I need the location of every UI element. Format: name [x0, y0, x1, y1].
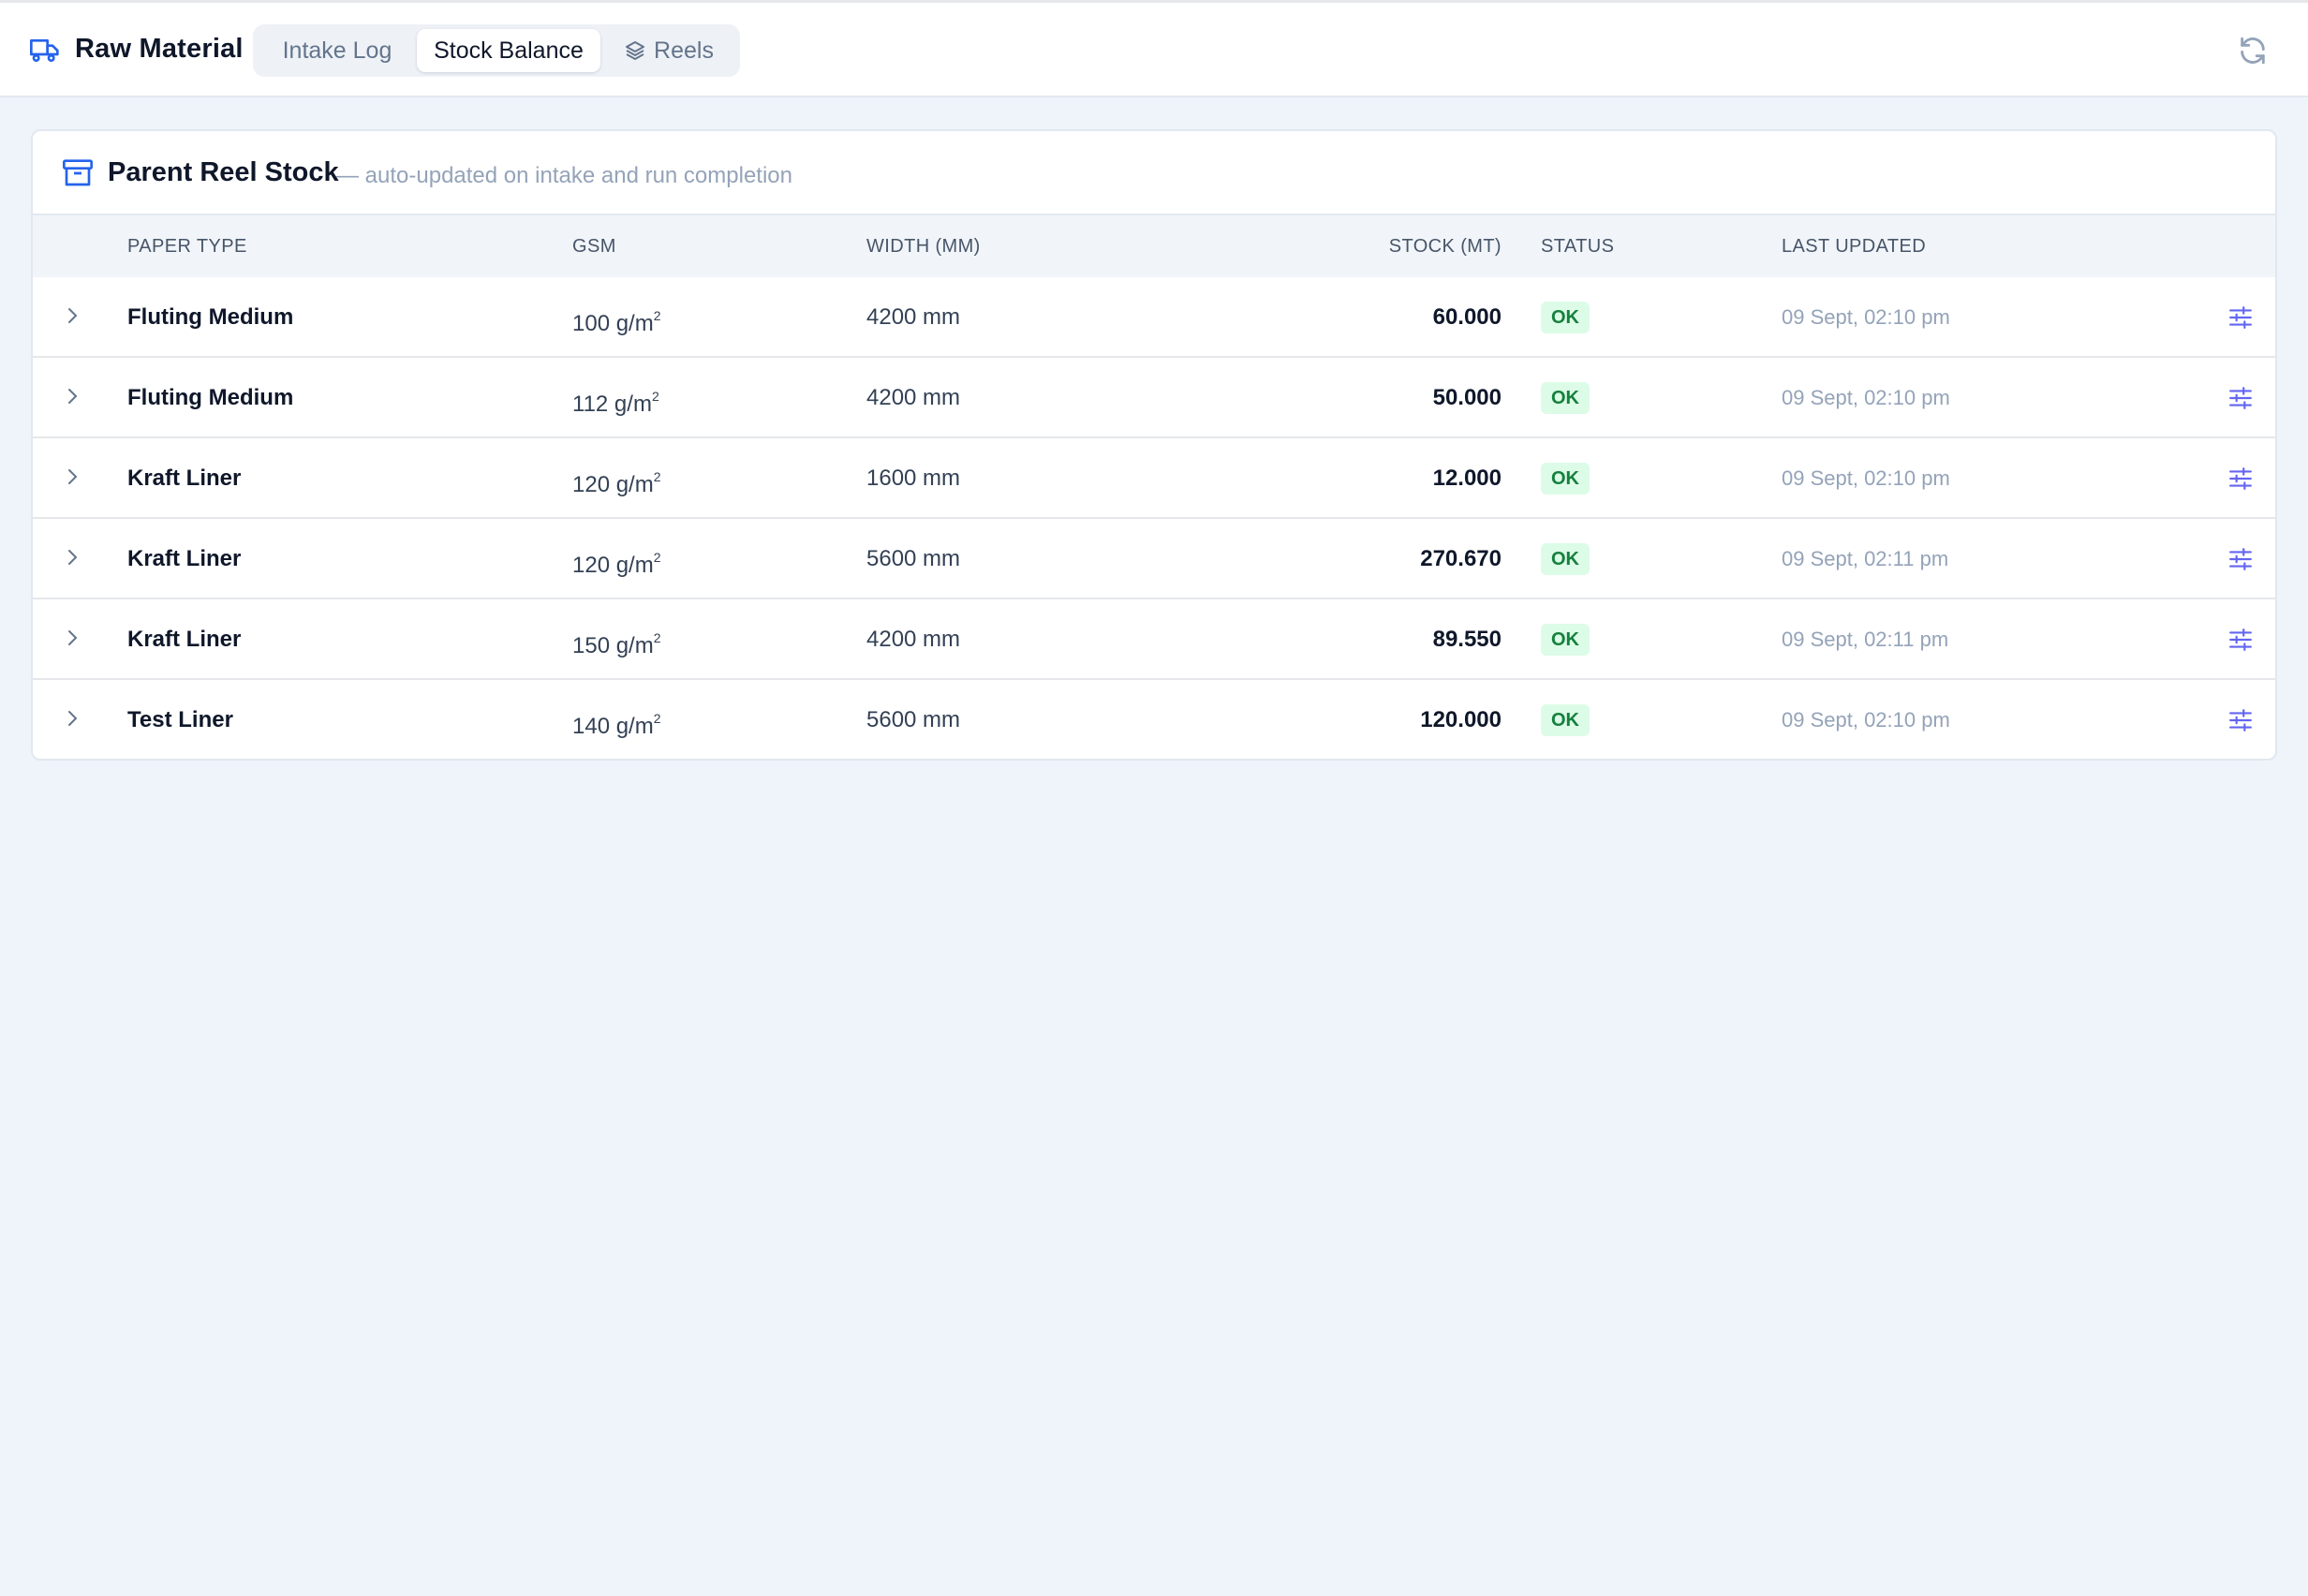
- cell-gsm: 120 g/m2: [572, 469, 661, 497]
- cell-width: 4200 mm: [866, 385, 961, 410]
- status-badge: OK: [1541, 704, 1590, 736]
- cell-paper-type: Kraft Liner: [127, 546, 242, 571]
- chevron-right-icon[interactable]: [61, 304, 83, 327]
- cell-gsm: 100 g/m2: [572, 308, 661, 336]
- archive-icon: [63, 159, 93, 186]
- status-badge: OK: [1541, 302, 1590, 333]
- refresh-icon[interactable]: [2237, 35, 2269, 66]
- cell-paper-type: Kraft Liner: [127, 466, 242, 491]
- chevron-right-icon[interactable]: [61, 627, 83, 649]
- cell-last-updated: 09 Sept, 02:10 pm: [1782, 386, 1950, 409]
- col-stock: Stock (MT): [1388, 236, 1502, 257]
- col-paper-type: Paper Type: [127, 236, 247, 257]
- cell-last-updated: 09 Sept, 02:10 pm: [1782, 708, 1950, 732]
- tab-intake-log[interactable]: Intake Log: [260, 29, 414, 72]
- chevron-right-icon[interactable]: [61, 385, 83, 407]
- tab-stock-balance[interactable]: Stock Balance: [417, 29, 600, 72]
- status-badge: OK: [1541, 624, 1590, 656]
- layers-icon: [626, 41, 645, 60]
- cell-last-updated: 09 Sept, 02:11 pm: [1782, 628, 1949, 651]
- card-subtitle: — auto-updated on intake and run complet…: [336, 163, 792, 188]
- sliders-icon[interactable]: [2228, 386, 2253, 410]
- status-badge: OK: [1541, 463, 1590, 495]
- tab-bar: Intake Log Stock Balance Reels: [253, 24, 740, 77]
- cell-gsm: 150 g/m2: [572, 630, 661, 658]
- sliders-icon[interactable]: [2228, 628, 2253, 652]
- table-row[interactable]: Fluting Medium 112 g/m2 4200 mm 50.000 O…: [33, 358, 2275, 438]
- table-row[interactable]: Kraft Liner 150 g/m2 4200 mm 89.550 OK 0…: [33, 599, 2275, 680]
- table-row[interactable]: Kraft Liner 120 g/m2 1600 mm 12.000 OK 0…: [33, 438, 2275, 519]
- table-row[interactable]: Fluting Medium 100 g/m2 4200 mm 60.000 O…: [33, 277, 2275, 358]
- col-status: Status: [1541, 236, 1615, 257]
- cell-last-updated: 09 Sept, 02:11 pm: [1782, 547, 1949, 570]
- chevron-right-icon[interactable]: [61, 466, 83, 488]
- cell-width: 4200 mm: [866, 627, 961, 652]
- table-row[interactable]: Test Liner 140 g/m2 5600 mm 120.000 OK 0…: [33, 680, 2275, 759]
- sliders-icon[interactable]: [2228, 547, 2253, 571]
- cell-paper-type: Fluting Medium: [127, 385, 294, 410]
- cell-gsm: 120 g/m2: [572, 550, 661, 578]
- cell-stock: 89.550: [1432, 627, 1502, 652]
- card-title: Parent Reel Stock: [108, 157, 339, 187]
- app-title: Raw Material: [75, 34, 244, 64]
- col-width: Width (mm): [866, 236, 981, 257]
- col-gsm: GSM: [572, 236, 616, 257]
- parent-reel-stock-card: Parent Reel Stock — auto-updated on inta…: [31, 129, 2277, 761]
- status-badge: OK: [1541, 382, 1590, 414]
- sliders-icon[interactable]: [2228, 305, 2253, 330]
- table-row[interactable]: Kraft Liner 120 g/m2 5600 mm 270.670 OK …: [33, 519, 2275, 599]
- cell-width: 4200 mm: [866, 304, 961, 330]
- cell-last-updated: 09 Sept, 02:10 pm: [1782, 466, 1950, 490]
- cell-stock: 120.000: [1420, 707, 1502, 732]
- cell-stock: 50.000: [1432, 385, 1502, 410]
- tab-reels-label: Reels: [654, 37, 714, 64]
- sliders-icon[interactable]: [2228, 708, 2253, 732]
- cell-paper-type: Kraft Liner: [127, 627, 242, 652]
- chevron-right-icon[interactable]: [61, 707, 83, 730]
- truck-icon: [30, 38, 59, 62]
- tab-reels[interactable]: Reels: [603, 29, 734, 72]
- cell-stock: 60.000: [1432, 304, 1502, 330]
- cell-stock: 12.000: [1432, 466, 1502, 491]
- cell-gsm: 140 g/m2: [572, 711, 661, 739]
- cell-stock: 270.670: [1420, 546, 1502, 571]
- cell-width: 5600 mm: [866, 707, 961, 732]
- card-header: Parent Reel Stock — auto-updated on inta…: [33, 131, 2275, 215]
- sliders-icon[interactable]: [2228, 466, 2253, 491]
- cell-width: 5600 mm: [866, 546, 961, 571]
- cell-paper-type: Fluting Medium: [127, 304, 294, 330]
- status-badge: OK: [1541, 543, 1590, 575]
- table-header: Paper Type GSM Width (mm) Stock (MT) Sta…: [33, 215, 2275, 277]
- cell-paper-type: Test Liner: [127, 707, 233, 732]
- col-last-updated: Last Updated: [1782, 236, 1927, 257]
- cell-width: 1600 mm: [866, 466, 961, 491]
- top-bar: Raw Material Intake Log Stock Balance Re…: [0, 0, 2308, 97]
- chevron-right-icon[interactable]: [61, 546, 83, 569]
- cell-last-updated: 09 Sept, 02:10 pm: [1782, 305, 1950, 329]
- cell-gsm: 112 g/m2: [572, 389, 659, 417]
